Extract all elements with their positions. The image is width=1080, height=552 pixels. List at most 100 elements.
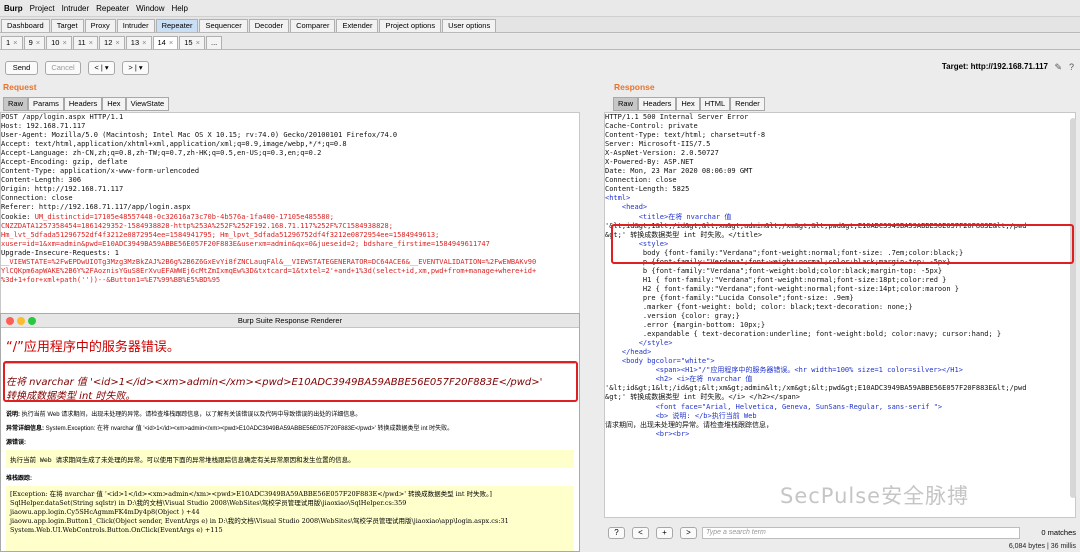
exception-text: System.Exception: 在将 nvarchar 值 '<id>1</…	[45, 426, 454, 432]
response-header-line: Content-Type: text/html; charset=utf-8	[605, 131, 766, 140]
response-html-line: H1 { font-family:"Verdana";font-weight:n…	[605, 275, 947, 284]
send-button[interactable]: Send	[5, 61, 38, 75]
match-count: 0 matches	[1041, 528, 1076, 537]
description: 说明: 执行当前 Web 请求期间，出现未处理的异常。请检查堆栈跟踪信息，以了解…	[6, 409, 579, 418]
stack-label: 堆栈跟踪:	[6, 476, 32, 482]
tab-intruder[interactable]: Intruder	[116, 19, 155, 32]
close-icon[interactable]: ×	[115, 38, 119, 47]
repeater-tab-label: 14	[157, 38, 166, 47]
request-line: Referer: http://192.168.71.117/app/login…	[1, 203, 191, 212]
tab-comparer[interactable]: Comparer	[290, 19, 336, 32]
request-line: Origin: http://192.168.71.117	[1, 185, 124, 194]
request-body-line: %3d+1+for+xml+path(''))--&Button1=%E7%99…	[1, 275, 221, 284]
description-label: 说明:	[6, 412, 20, 418]
close-icon[interactable]: ×	[13, 38, 17, 47]
response-status: 6,084 bytes | 36 millis	[1008, 543, 1076, 550]
repeater-tab-15[interactable]: 15 ×	[179, 36, 205, 49]
zoom-window-icon[interactable]	[28, 317, 36, 325]
stack-trace-line: jiaowu.app.login.Cy5SHcAgmmFK4mDy4p8(Obj…	[10, 508, 200, 516]
request-tab-params[interactable]: Params	[28, 97, 64, 111]
search-prev-button[interactable]: <	[632, 527, 649, 539]
renderer-title-bar: Burp Suite Response Renderer	[1, 314, 579, 328]
request-editor[interactable]: POST /app/login.aspx HTTP/1.1 Host: 192.1…	[0, 112, 580, 317]
response-tab-headers[interactable]: Headers	[638, 97, 677, 111]
menu-item-burp[interactable]: Burp	[4, 4, 23, 13]
close-window-icon[interactable]	[6, 317, 14, 325]
back-button[interactable]: < | ▾	[88, 61, 115, 75]
response-html-line: .error {margin-bottom: 10px;}	[605, 321, 766, 330]
response-tab-hex[interactable]: Hex	[676, 97, 700, 111]
close-icon[interactable]: ×	[196, 38, 200, 47]
request-body-line: YlCQKpm6apWAKE%2B6Y%2FAoznisYGuS8ErXvuEF…	[1, 266, 537, 275]
response-viewer[interactable]: HTTP/1.1 500 Internal Server Error Cache-…	[604, 112, 1076, 518]
response-scrollbar[interactable]	[1070, 118, 1076, 498]
request-tab-viewstate[interactable]: ViewState	[125, 97, 170, 111]
repeater-tab-11[interactable]: 11 ×	[72, 36, 99, 49]
response-tab-raw[interactable]: Raw	[613, 97, 639, 111]
response-header-line: X-AspNet-Version: 2.0.50727	[605, 149, 719, 158]
close-icon[interactable]: ×	[169, 38, 173, 47]
repeater-tab-10[interactable]: 10 ×	[46, 36, 72, 49]
repeater-tab-12[interactable]: 12 ×	[99, 36, 125, 49]
tab-decoder[interactable]: Decoder	[248, 19, 290, 32]
search-add-button[interactable]: +	[656, 527, 673, 539]
response-tab-html[interactable]: HTML	[699, 97, 731, 111]
menu-item-window[interactable]: Window	[136, 4, 164, 13]
response-html-line: &gt;' 转换成数据类型 int 时失败。</i> </h2></span>	[605, 393, 801, 402]
tab-dashboard[interactable]: Dashboard	[1, 19, 50, 32]
response-html-line: H2 { font-family:"Verdana";font-weight:n…	[605, 284, 960, 293]
repeater-tab-14[interactable]: 14 ×	[152, 36, 179, 49]
response-title: Response	[614, 82, 655, 92]
stack-trace-box: [Exception: 在将 nvarchar 值 '<id>1</id><xm…	[6, 486, 574, 551]
menu-item-project[interactable]: Project	[30, 4, 55, 13]
cookie-line: Cookie: UM_distinctid=17105e48557448-0c3…	[1, 213, 579, 222]
tab-extender[interactable]: Extender	[336, 19, 379, 32]
watermark: SecPulse安全脉搏	[780, 484, 970, 508]
tab-proxy[interactable]: Proxy	[84, 19, 116, 32]
response-header-line: HTTP/1.1 500 Internal Server Error	[605, 113, 749, 121]
edit-target-icon[interactable]: ✎	[1054, 62, 1062, 73]
response-html-line: .marker {font-weight: bold; color: black…	[605, 302, 913, 311]
repeater-tab-label: 10	[51, 38, 60, 47]
response-header-line: Date: Mon, 23 Mar 2020 08:06:09 GMT	[605, 167, 753, 176]
repeater-tab-13[interactable]: 13 ×	[125, 36, 152, 49]
response-html-line: <head>	[605, 203, 648, 212]
stack-trace-line: [Exception: 在将 nvarchar 值 '<id>1</id><xm…	[10, 490, 492, 498]
source-error: 源错误:	[6, 437, 579, 446]
response-tab-render[interactable]: Render	[730, 97, 765, 111]
minimize-window-icon[interactable]	[17, 317, 25, 325]
close-icon[interactable]: ×	[89, 38, 93, 47]
close-icon[interactable]: ×	[62, 38, 66, 47]
search-input[interactable]: Type a search term	[702, 527, 1020, 539]
close-icon[interactable]: ×	[36, 38, 40, 47]
tab-sequencer[interactable]: Sequencer	[199, 19, 248, 32]
cancel-button[interactable]: Cancel	[45, 61, 81, 75]
menu-item-intruder[interactable]: Intruder	[62, 4, 90, 13]
response-header-line: X-Powered-By: ASP.NET	[605, 158, 694, 167]
request-tab-hex[interactable]: Hex	[102, 97, 126, 111]
source-error-box: 执行当前 Web 请求期间生成了未处理的异常。可以使用下面的异常堆栈跟踪信息确定…	[6, 450, 574, 468]
request-tab-raw[interactable]: Raw	[3, 97, 29, 111]
tab-repeater[interactable]: Repeater	[155, 19, 199, 32]
target-label: Target: http://192.168.71.117	[941, 62, 1048, 71]
menu-item-help[interactable]: Help	[172, 4, 188, 13]
response-header-line: Server: Microsoft-IIS/7.5	[605, 140, 711, 149]
tab-project-options[interactable]: Project options	[379, 19, 442, 32]
help-icon[interactable]: ?	[1069, 62, 1074, 72]
search-next-button[interactable]: >	[680, 527, 697, 539]
main-tab-bar: Dashboard Target Proxy Intruder Repeater Sequ…	[0, 17, 1080, 33]
search-help-button[interactable]: ?	[608, 527, 625, 539]
response-header-line: Connection: close	[605, 176, 677, 185]
request-line: Accept: text/html,application/xhtml+xml,…	[1, 140, 347, 149]
close-icon[interactable]: ×	[142, 38, 146, 47]
repeater-tab-9[interactable]: 9 ×	[23, 36, 46, 49]
menu-item-repeater[interactable]: Repeater	[96, 4, 129, 13]
forward-button[interactable]: > | ▾	[122, 61, 149, 75]
repeater-tab-more[interactable]: ...	[205, 36, 223, 49]
response-html-line: </head>	[605, 348, 652, 357]
response-renderer-window: Burp Suite Response Renderer “/”应用程序中的服务…	[0, 313, 580, 552]
tab-target[interactable]: Target	[50, 19, 84, 32]
request-tab-headers[interactable]: Headers	[63, 97, 103, 111]
repeater-tab-1[interactable]: 1 ×	[1, 36, 23, 49]
tab-user-options[interactable]: User options	[442, 19, 497, 32]
